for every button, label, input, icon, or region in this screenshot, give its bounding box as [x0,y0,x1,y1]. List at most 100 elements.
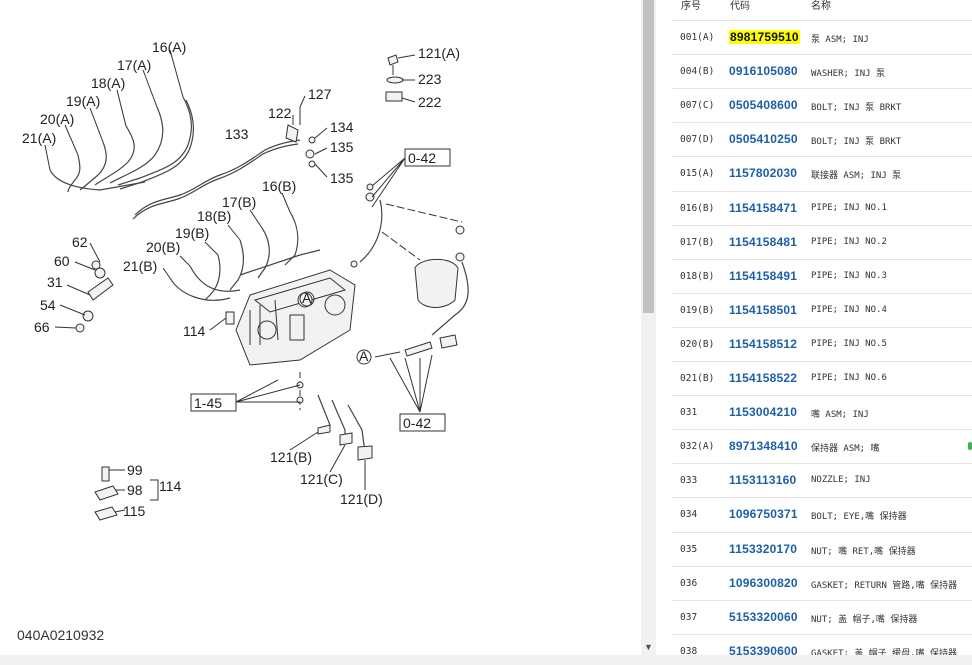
callout-16b: 16(B) [262,178,296,194]
table-row[interactable]: 038 5153390600 GASKET; 盖 帽子 缓母,嘴 保持器 [672,633,972,655]
part-number-link[interactable]: 8971348410 [729,439,798,453]
parts-table-header: 序号 代码 名称 [656,0,972,20]
table-row[interactable]: 001(A) 8981759510 泵 ASM; INJ [672,20,972,55]
callout-133: 133 [225,126,249,142]
callout-17a: 17(A) [117,57,151,73]
callout-21b: 21(B) [123,258,157,274]
table-row[interactable]: 018(B) 1154158491 PIPE; INJ NO.3 [672,258,972,294]
row-seq: 033 [680,475,698,487]
table-row[interactable]: 017(B) 1154158481 PIPE; INJ NO.2 [672,224,972,260]
part-number-link[interactable]: 0505410250 [729,132,798,146]
part-name: BOLT; INJ 泵 BRKT [811,103,902,114]
scroll-down-icon[interactable]: ▼ [641,640,656,655]
part-name: 嘴 ASM; INJ [811,410,869,421]
table-row[interactable]: 034 1096750371 BOLT; EYE,嘴 保持器 [672,497,972,532]
drawing-code: 040A0210932 [17,627,104,643]
part-number-link[interactable]: 1154158471 [729,201,797,215]
callout-121d: 121(D) [340,491,383,507]
row-seq: 016(B) [680,202,715,214]
callout-20a: 20(A) [40,111,74,127]
table-row[interactable]: 020(B) 1154158512 PIPE; INJ NO.5 [672,326,972,362]
row-seq: 036 [680,577,698,589]
part-number-link[interactable]: 5153390600 [729,644,798,655]
table-row[interactable]: 033 1153113160 NOZZLE; INJ [672,463,972,498]
row-seq: 007(D) [680,134,715,146]
horizontal-scrollbar[interactable] [0,655,972,665]
scrollbar-thumb[interactable] [643,0,654,313]
callout-31: 31 [47,274,63,290]
row-seq: 021(B) [680,373,715,384]
part-name: 联接器 ASM; INJ 泵 [811,171,902,182]
callout-98: 98 [127,482,143,498]
row-seq: 031 [680,407,698,419]
part-name: NUT; 嘴 RET,嘴 保持器 [811,546,916,557]
table-row[interactable]: 004(B) 0916105080 WASHER; INJ 泵 [672,54,972,89]
table-row[interactable]: 019(B) 1154158501 PIPE; INJ NO.4 [672,292,972,328]
part-number-link[interactable]: 5153320060 [729,610,798,624]
part-name: PIPE; INJ NO.6 [811,373,887,383]
callout-54: 54 [40,297,56,313]
part-number-link[interactable]: 1153113160 [729,473,796,487]
part-number-link[interactable]: 1096300820 [729,576,798,590]
callout-20b: 20(B) [146,239,180,255]
fuel-filter [350,183,469,357]
header-part-no: 代码 [730,1,750,12]
callout-62: 62 [72,234,88,250]
row-seq: 004(B) [680,66,715,78]
callout-222: 222 [418,94,442,110]
callout-135-lower: 135 [330,170,354,186]
part-number-link[interactable]: 1154158501 [729,303,797,317]
table-row[interactable]: 037 5153320060 NUT; 盖 帽子,嘴 保持器 [672,599,972,635]
part-number-link[interactable]: 1153320170 [729,542,797,556]
table-row[interactable]: 015(A) 1157802030 联接器 ASM; INJ 泵 [672,156,972,191]
nozzle-holder [75,260,114,333]
table-row[interactable]: 016(B) 1154158471 PIPE; INJ NO.1 [672,190,972,226]
table-row[interactable]: 036 1096300820 GASKET; RETURN 管路,嘴 保持器 [672,565,972,601]
part-name: GASKET; 盖 帽子 缓母,嘴 保持器 [811,648,958,655]
row-seq: 038 [680,645,698,655]
part-number-link[interactable]: 1154158491 [729,269,797,283]
part-name: PIPE; INJ NO.2 [811,236,887,247]
part-number-link[interactable]: 1157802030 [729,166,797,180]
part-name: GASKET; RETURN 管路,嘴 保持器 [811,580,958,591]
fittings-121a [385,54,404,102]
table-row[interactable]: 007(D) 0505410250 BOLT; INJ 泵 BRKT [672,122,972,157]
callout-18b: 18(B) [197,208,231,224]
part-number-link[interactable]: 1153004210 [729,405,797,419]
part-number-link[interactable]: 1154158512 [729,337,797,351]
row-seq: 018(B) [680,270,715,282]
part-name: 保持器 ASM; 嘴 [811,444,880,455]
table-row[interactable]: 007(C) 0505408600 BOLT; INJ 泵 BRKT [672,88,972,123]
callout-223: 223 [418,71,442,87]
part-number-link[interactable]: 1154158522 [729,371,797,385]
diagram-svg: A A 16(A) 17(A) 18(A) 19(A) 20(A) 21(A) … [17,39,469,643]
ref-a-filter-text: A [359,348,369,364]
part-number-link[interactable]: 8981759510 [729,30,800,44]
table-row[interactable]: 031 1153004210 嘴 ASM; INJ [672,395,972,430]
callout-122: 122 [268,105,292,121]
callout-19a: 19(A) [66,93,100,109]
part-name: BOLT; INJ 泵 BRKT [811,137,902,148]
table-row[interactable]: 021(B) 1154158522 PIPE; INJ NO.6 [672,361,972,396]
part-number-link[interactable]: 1096750371 [729,507,798,521]
table-row[interactable]: 032(A) 8971348410 保持器 ASM; 嘴 [672,429,972,464]
part-number-link[interactable]: 0916105080 [729,64,798,78]
row-seq: 020(B) [680,338,715,350]
callout-134: 134 [330,119,354,135]
row-seq: 019(B) [680,304,715,316]
callout-114-lower: 114 [159,478,182,494]
row-seq: 034 [680,509,698,521]
parts-diagram: A A 16(A) 17(A) 18(A) 19(A) 20(A) 21(A) … [0,0,641,655]
row-seq: 035 [680,543,698,555]
row-seq: 017(B) [680,236,715,248]
callout-121b: 121(B) [270,449,312,465]
status-marker-icon [968,442,972,451]
table-row[interactable]: 035 1153320170 NUT; 嘴 RET,嘴 保持器 [672,531,972,567]
part-name: WASHER; INJ 泵 [811,69,886,80]
part-number-link[interactable]: 0505408600 [729,98,798,112]
part-name: PIPE; INJ NO.5 [811,338,887,349]
callout-18a: 18(A) [91,75,125,91]
callout-115: 115 [123,503,146,519]
part-number-link[interactable]: 1154158481 [729,235,797,249]
part-name: NOZZLE; INJ [811,475,871,486]
